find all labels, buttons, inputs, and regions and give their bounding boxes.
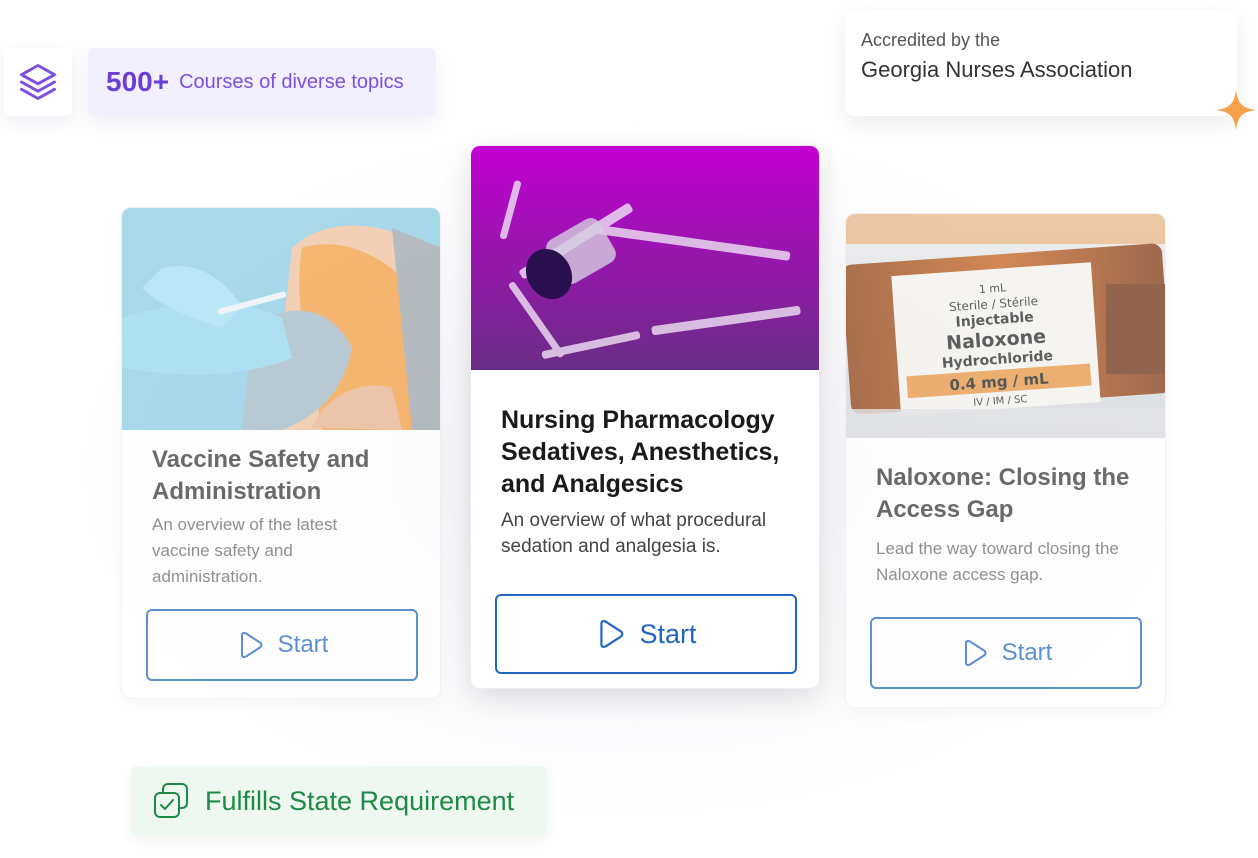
sparkle-icon bbox=[1216, 90, 1256, 130]
card-description: An overview of the latest vaccine safety… bbox=[152, 515, 338, 586]
state-requirement-badge: Fulfills State Requirement bbox=[131, 766, 547, 836]
start-button[interactable]: Start bbox=[870, 617, 1142, 689]
start-label: Start bbox=[1001, 639, 1053, 666]
card-title: Nursing Pharmacology Sedatives, Anesthet… bbox=[501, 406, 780, 498]
course-card-pharmacology[interactable]: Nursing Pharmacology Sedatives, Anesthet… bbox=[470, 145, 820, 689]
courses-text: Courses of diverse topics bbox=[179, 70, 404, 93]
card-description: An overview of what procedural sedation … bbox=[501, 510, 767, 557]
play-icon bbox=[240, 632, 263, 658]
syringes-image bbox=[471, 146, 819, 370]
naloxone-vial-image: 1 mL Sterile / Stérile Injectable Naloxo… bbox=[846, 214, 1165, 438]
play-icon bbox=[964, 640, 987, 666]
accreditation-organization: Georgia Nurses Association bbox=[861, 57, 1133, 82]
card-title: Vaccine Safety and Administration bbox=[152, 446, 370, 505]
vial-volume: 1 mL bbox=[978, 281, 1007, 296]
course-card-vaccine[interactable]: Vaccine Safety and Administration An ove… bbox=[121, 207, 441, 699]
card-title: Naloxone: Closing the Access Gap bbox=[876, 464, 1130, 523]
courses-count-badge: 500+ Courses of diverse topics bbox=[88, 48, 436, 116]
accreditation-card: Accredited by the Georgia Nurses Associa… bbox=[845, 10, 1237, 116]
play-icon bbox=[600, 620, 624, 648]
accreditation-prefix: Accredited by the bbox=[861, 30, 1001, 50]
start-button[interactable]: Start bbox=[146, 609, 418, 681]
vaccine-injection-image bbox=[122, 208, 440, 430]
checkbox-check-icon bbox=[154, 783, 188, 818]
state-requirement-text: Fulfills State Requirement bbox=[205, 785, 515, 816]
layers-icon bbox=[20, 64, 56, 100]
start-label: Start bbox=[639, 618, 697, 649]
start-label: Start bbox=[277, 631, 329, 658]
start-button[interactable]: Start bbox=[495, 594, 797, 674]
course-card-naloxone[interactable]: 1 mL Sterile / Stérile Injectable Naloxo… bbox=[845, 213, 1166, 708]
courses-icon-box bbox=[4, 48, 72, 116]
card-description: Lead the way toward closing the Naloxone… bbox=[876, 539, 1119, 584]
courses-count: 500+ bbox=[106, 66, 170, 97]
